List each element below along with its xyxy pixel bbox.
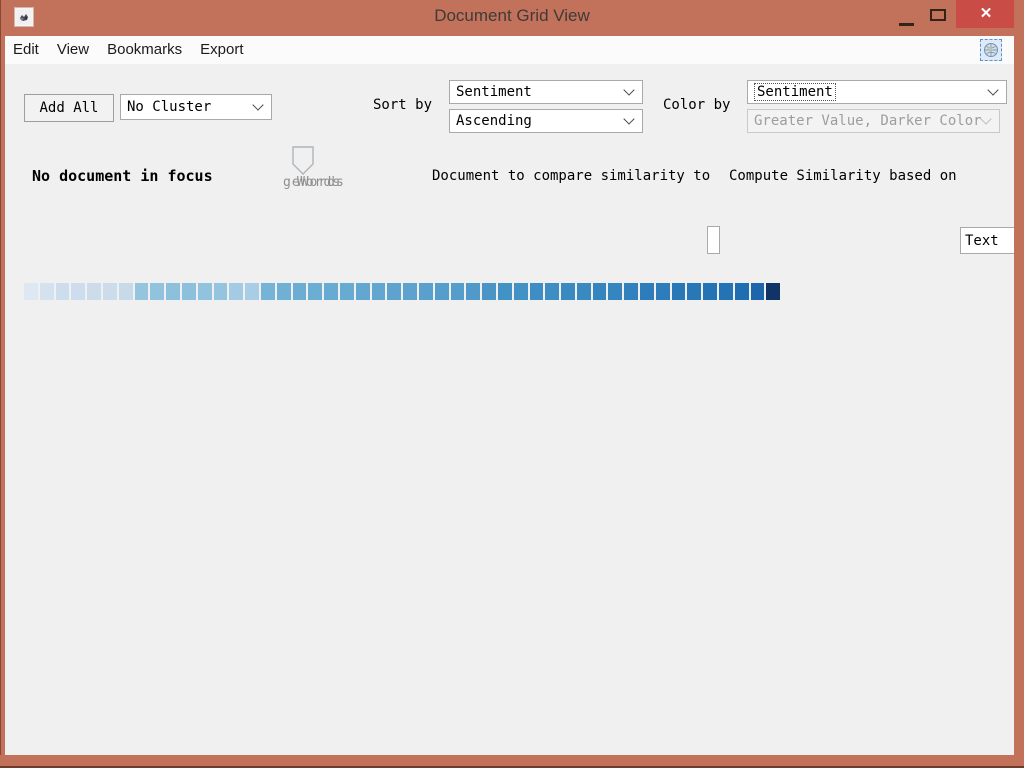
document-square[interactable] xyxy=(387,283,401,300)
document-square[interactable] xyxy=(719,283,733,300)
title-bar: Document Grid View ✕ xyxy=(0,0,1024,36)
compare-document-input[interactable] xyxy=(707,226,720,254)
document-square[interactable] xyxy=(277,283,291,300)
document-square[interactable] xyxy=(87,283,101,300)
document-square[interactable] xyxy=(229,283,243,300)
document-square[interactable] xyxy=(451,283,465,300)
add-all-button[interactable]: Add All xyxy=(24,94,114,122)
document-square[interactable] xyxy=(735,283,749,300)
words-front-text: Words xyxy=(297,175,341,190)
document-square[interactable] xyxy=(261,283,275,300)
chevron-down-icon xyxy=(987,84,998,95)
document-square[interactable] xyxy=(498,283,512,300)
document-square[interactable] xyxy=(103,283,117,300)
document-square[interactable] xyxy=(593,283,607,300)
chevron-down-icon xyxy=(623,113,634,124)
color-mode-select: Greater Value, Darker Color xyxy=(747,109,1000,133)
document-square[interactable] xyxy=(687,283,701,300)
document-square[interactable] xyxy=(466,283,480,300)
chevron-down-icon xyxy=(623,84,634,95)
document-square[interactable] xyxy=(308,283,322,300)
menu-bookmarks[interactable]: Bookmarks xyxy=(98,36,191,64)
color-mode-value: Greater Value, Darker Color xyxy=(754,113,982,129)
app-icon xyxy=(14,7,34,27)
document-square[interactable] xyxy=(435,283,449,300)
document-square[interactable] xyxy=(324,283,338,300)
document-square[interactable] xyxy=(561,283,575,300)
app-icon-glyph xyxy=(17,10,31,24)
similarity-basis-label: Compute Similarity based on xyxy=(729,168,957,184)
document-square[interactable] xyxy=(640,283,654,300)
color-by-label: Color by xyxy=(663,97,730,113)
document-square[interactable] xyxy=(372,283,386,300)
document-square[interactable] xyxy=(751,283,765,300)
document-square[interactable] xyxy=(656,283,670,300)
document-square[interactable] xyxy=(624,283,638,300)
document-square[interactable] xyxy=(293,283,307,300)
color-field-value: Sentiment xyxy=(754,83,836,101)
document-square[interactable] xyxy=(245,283,259,300)
window-border-left xyxy=(0,0,5,768)
document-square[interactable] xyxy=(419,283,433,300)
close-button[interactable]: ✕ xyxy=(956,0,1016,28)
document-square[interactable] xyxy=(40,283,54,300)
similarity-basis-value: Text xyxy=(965,233,999,249)
document-square[interactable] xyxy=(545,283,559,300)
window-title: Document Grid View xyxy=(0,0,1024,32)
document-square[interactable] xyxy=(482,283,496,300)
document-square[interactable] xyxy=(608,283,622,300)
chevron-down-icon xyxy=(980,113,991,124)
window-border-bottom xyxy=(0,755,1024,768)
menu-bar: Edit View Bookmarks Export xyxy=(4,36,1014,65)
sort-order-value: Ascending xyxy=(456,113,532,129)
document-square[interactable] xyxy=(356,283,370,300)
document-square[interactable] xyxy=(135,283,149,300)
document-square[interactable] xyxy=(403,283,417,300)
document-square[interactable] xyxy=(340,283,354,300)
words-overlay-label: geWords Words xyxy=(281,175,391,193)
minimize-icon xyxy=(899,23,914,26)
document-square[interactable] xyxy=(182,283,196,300)
tag-down-glyph xyxy=(291,146,315,176)
window-border-right xyxy=(1014,0,1024,768)
focus-status-label: No document in focus xyxy=(32,167,213,185)
menu-view[interactable]: View xyxy=(48,36,98,64)
menu-export[interactable]: Export xyxy=(191,36,252,64)
document-square[interactable] xyxy=(150,283,164,300)
document-square[interactable] xyxy=(166,283,180,300)
maximize-icon xyxy=(930,9,946,21)
document-square[interactable] xyxy=(530,283,544,300)
document-square[interactable] xyxy=(24,283,38,300)
color-field-select[interactable]: Sentiment xyxy=(747,80,1007,104)
cluster-select[interactable]: No Cluster xyxy=(120,94,272,120)
document-square[interactable] xyxy=(672,283,686,300)
tag-down-icon[interactable] xyxy=(291,146,315,176)
document-square[interactable] xyxy=(514,283,528,300)
document-grid xyxy=(24,283,780,300)
document-square[interactable] xyxy=(56,283,70,300)
similarity-basis-select[interactable]: Text xyxy=(960,227,1018,254)
menu-edit[interactable]: Edit xyxy=(4,36,48,64)
maximize-button[interactable] xyxy=(925,8,951,26)
sort-field-value: Sentiment xyxy=(456,84,532,100)
cluster-select-value: No Cluster xyxy=(127,99,211,115)
minimize-button[interactable] xyxy=(893,8,919,26)
sort-order-select[interactable]: Ascending xyxy=(449,109,643,133)
document-square[interactable] xyxy=(71,283,85,300)
content-area: Add All No Cluster geWords Words Sort by… xyxy=(4,64,1014,755)
sort-by-label: Sort by xyxy=(373,97,432,113)
document-square[interactable] xyxy=(119,283,133,300)
globe-icon[interactable] xyxy=(980,39,1002,61)
document-square[interactable] xyxy=(766,283,780,300)
chevron-down-icon xyxy=(252,99,263,110)
document-square[interactable] xyxy=(214,283,228,300)
document-square[interactable] xyxy=(703,283,717,300)
document-square[interactable] xyxy=(198,283,212,300)
sort-field-select[interactable]: Sentiment xyxy=(449,80,643,104)
globe-glyph xyxy=(983,42,999,58)
document-square[interactable] xyxy=(577,283,591,300)
compare-similarity-label: Document to compare similarity to xyxy=(432,168,710,184)
